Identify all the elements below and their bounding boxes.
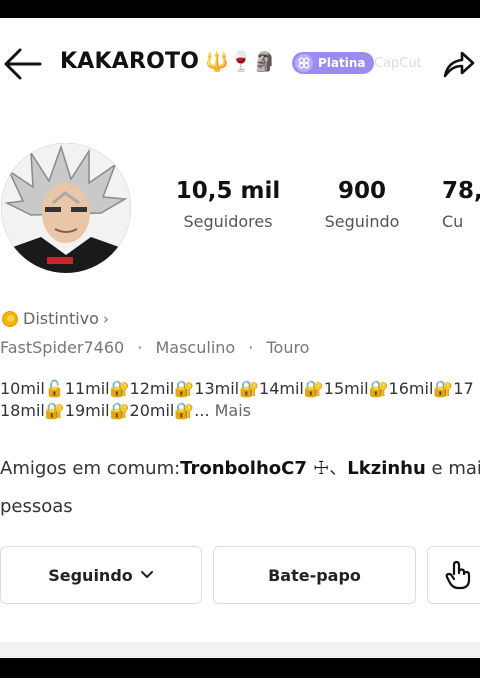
level-badge-label: Platina [318,56,366,70]
title-emojis: 🔱🍷🗿 [205,51,277,73]
section-divider [0,642,480,658]
info-separator: · [248,338,254,357]
followers-count: 10,5 mil [175,178,281,204]
profile-screen: KAKAROTO 🔱🍷🗿 Platina CapCut 10,5 mil Seg… [0,18,480,658]
avatar[interactable] [1,143,131,273]
mutual-friends-line-2: pessoas [0,496,73,517]
share-icon [443,51,475,78]
following-button[interactable]: Seguindo [0,546,202,604]
share-button[interactable] [438,44,480,84]
third-stat-label: Cu [442,212,464,231]
following-stat[interactable]: 900 Seguindo [316,178,408,231]
mutual-friends-line-1: Amigos em comum:TronbolhoC7 ☩、Lkzinhu e … [0,450,480,488]
mutual-friends-prefix: Amigos em comum: [0,458,181,479]
platinum-badge-icon [295,54,313,72]
followers-label: Seguidores [183,212,273,231]
profile-title: KAKAROTO 🔱🍷🗿 [60,49,277,74]
profile-info: FastSpider7460 · Masculino · Touro [0,338,309,357]
zodiac-sign: Touro [266,338,310,357]
profile-header: KAKAROTO 🔱🍷🗿 Platina CapCut [0,44,480,84]
badge-link-label: Distintivo [23,309,99,328]
username: KAKAROTO [60,49,200,74]
mutual-friends[interactable]: Amigos em comum:TronbolhoC7 ☩、Lkzinhu e … [0,450,480,526]
mutual-friends-suffix: e mais [431,458,480,479]
third-stat-count: 78, [442,178,480,204]
mutual-friend-2: Lkzinhu [347,458,426,479]
back-button[interactable] [0,44,44,84]
followers-stat[interactable]: 10,5 mil Seguidores [172,178,284,231]
bio-line-2: 18mil🔐19mil🔐20mil🔐... Mais [0,400,480,422]
gender: Masculino [155,338,236,357]
tap-hand-icon [445,560,471,590]
capcut-watermark: CapCut [374,56,422,71]
bio-line-1: 10mil🔓11mil🔐12mil🔐13mil🔐14mil🔐15mil🔐16mi… [0,379,474,398]
system-nav-bar [0,658,480,678]
following-button-label: Seguindo [48,565,133,585]
interact-button[interactable] [427,546,480,604]
bio: 10mil🔓11mil🔐12mil🔐13mil🔐14mil🔐15mil🔐16mi… [0,378,480,422]
following-count: 900 [337,178,386,204]
coin-icon [2,310,18,327]
avatar-image [1,143,131,273]
mutual-friend-1: TronbolhoC7 ☩ [180,458,330,479]
third-stat[interactable]: 78, Cu [442,178,480,231]
bio-more-link[interactable]: Mais [215,401,251,420]
info-separator: · [137,338,143,357]
chat-button-label: Bate-papo [268,565,361,585]
chat-button[interactable]: Bate-papo [213,546,416,604]
following-label: Seguindo [324,212,400,231]
badge-link[interactable]: Distintivo › [2,309,109,328]
back-arrow-icon [4,48,42,80]
chevron-right-icon: › [102,309,109,328]
user-handle: FastSpider7460 [0,338,125,357]
friend-separator: 、 [329,458,348,479]
level-badge[interactable]: Platina [292,52,374,74]
chevron-down-icon [140,570,154,580]
bio-line-2-text: 18mil🔐19mil🔐20mil🔐... [0,401,210,420]
